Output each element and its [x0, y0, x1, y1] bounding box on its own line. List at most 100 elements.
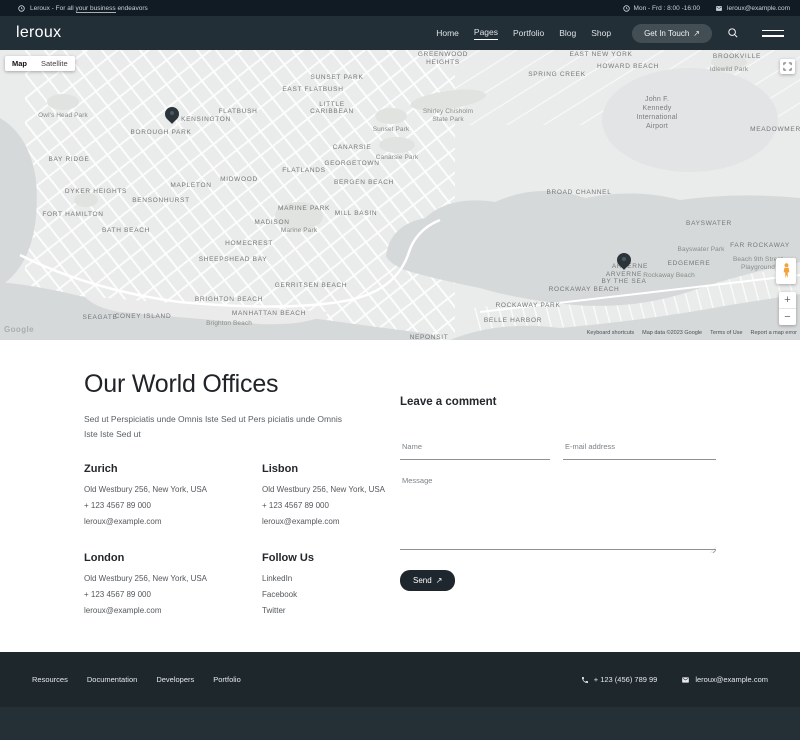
footer-link[interactable]: Developers — [156, 675, 194, 684]
map-label: SHEEPSHEAD BAY — [199, 256, 268, 263]
footer-phone-text: + 123 (456) 789 99 — [594, 675, 658, 684]
map-label: EDGEMERE — [668, 260, 711, 267]
map-label: ROCKAWAY PARK — [496, 302, 561, 309]
map-label: Owl's Head Park — [38, 112, 88, 119]
nav-item[interactable]: Pages — [474, 27, 498, 40]
map-label: MANHATTAN BEACH — [232, 310, 306, 317]
footer-link[interactable]: Documentation — [87, 675, 137, 684]
hours-text: Mon - Frd : 8:00 -16:00 — [634, 5, 700, 12]
search-icon[interactable] — [727, 27, 739, 39]
map-label: BENSONHURST — [132, 197, 190, 204]
map-label: Kennedy — [642, 105, 671, 112]
footer-link[interactable]: Portfolio — [213, 675, 241, 684]
map-label: BOROUGH PARK — [130, 129, 191, 136]
map-label: BATH BEACH — [102, 227, 150, 234]
map-type-satellite-button[interactable]: Satellite — [34, 59, 75, 68]
footer-link[interactable]: Resources — [32, 675, 68, 684]
menu-icon[interactable] — [762, 30, 784, 37]
phone-icon — [581, 676, 589, 684]
google-logo[interactable]: Google — [4, 325, 34, 334]
map-label: Brighton Beach — [206, 320, 252, 327]
map-label: BROOKVILLE — [713, 53, 761, 60]
map-label: MIDWOOD — [220, 176, 258, 183]
footer-email[interactable]: leroux@example.com — [681, 675, 768, 684]
social-link[interactable]: Twitter — [262, 606, 390, 615]
office-phone: + 123 4567 89 000 — [262, 501, 390, 510]
map-type-map-button[interactable]: Map — [5, 59, 34, 68]
tagline-link[interactable]: your business — [76, 5, 116, 13]
fullscreen-button[interactable] — [780, 59, 795, 74]
office-name: Lisbon — [262, 463, 390, 475]
footer-links: Resources Documentation Developers Portfoli… — [32, 675, 241, 684]
footer-email-text: leroux@example.com — [695, 675, 768, 684]
navbar: leroux Home Pages Portfolio Blog Shop Get In… — [0, 16, 800, 50]
map-label: ARVERNE — [606, 271, 642, 278]
office-email: leroux@example.com — [84, 517, 262, 526]
map-section[interactable]: GREENWOODHEIGHTSEAST NEW YORKSPRING CREE… — [0, 50, 800, 340]
map-label: CONEY ISLAND — [115, 313, 172, 320]
map-label: MEADOWMERE — [750, 126, 800, 133]
office-card: Zurich Old Westbury 256, New York, USA +… — [84, 463, 262, 533]
map-label: Canarsie Park — [376, 154, 418, 161]
envelope-icon — [681, 676, 690, 684]
map-label: FAR ROCKAWAY — [730, 242, 790, 249]
pegman-control[interactable] — [776, 258, 796, 284]
office-address: Old Westbury 256, New York, USA — [84, 574, 262, 583]
map-label: EAST FLATBUSH — [282, 86, 343, 93]
section-subtitle: Sed ut Perspiciatis unde Omnis Iste Sed … — [84, 412, 358, 442]
map-label: FORT HAMILTON — [42, 211, 103, 218]
footer-phone[interactable]: + 123 (456) 789 99 — [581, 675, 658, 684]
arrow-ne-icon: ↗ — [436, 576, 443, 585]
map-marker-icon[interactable] — [617, 253, 631, 267]
name-input[interactable] — [400, 442, 550, 460]
footer: Resources Documentation Developers Portfoli… — [0, 652, 800, 707]
office-phone: + 123 4567 89 000 — [84, 590, 262, 599]
map-label: FLATBUSH — [218, 108, 257, 115]
send-button[interactable]: Send↗ — [400, 570, 455, 591]
zoom-in-button[interactable]: + — [779, 292, 796, 309]
map-label: SEAGATE — [82, 314, 117, 321]
nav-item[interactable]: Portfolio — [513, 28, 544, 38]
arrow-ne-icon: ↗ — [693, 29, 700, 38]
footer-bottom-bar — [0, 707, 800, 740]
email-input[interactable] — [563, 442, 716, 460]
map-label: MARINE PARK — [278, 205, 330, 212]
map-label: International — [636, 114, 677, 121]
map-label: John F. — [645, 96, 669, 103]
map-label: Playground — [741, 264, 775, 271]
office-card: London Old Westbury 256, New York, USA +… — [84, 552, 262, 622]
nav-item[interactable]: Home — [436, 28, 459, 38]
page-title: Our World Offices — [84, 370, 390, 399]
map-label: Shirley Chisholm — [423, 108, 473, 115]
social-link[interactable]: LinkedIn — [262, 574, 390, 583]
map-label: BELLE HARBOR — [484, 317, 542, 324]
message-input[interactable] — [400, 474, 716, 550]
nav-item[interactable]: Blog — [559, 28, 576, 38]
map-label: MADISON — [254, 219, 289, 226]
map-label: FLATLANDS — [282, 167, 325, 174]
map-label: HOMECREST — [225, 240, 273, 247]
map-label: ROCKAWAY BEACH — [549, 286, 620, 293]
social-links: LinkedIn Facebook Twitter — [262, 574, 390, 615]
attribution-link[interactable]: Report a map error — [751, 330, 797, 336]
zoom-control: + − — [779, 292, 796, 325]
map-label: State Park — [432, 116, 463, 123]
map-label: SPRING CREEK — [528, 71, 586, 78]
follow-us-block: Follow Us LinkedInFacebookTwitter — [262, 552, 390, 622]
attribution-link[interactable]: Map data ©2023 Google — [642, 330, 702, 336]
zoom-out-button[interactable]: − — [779, 309, 796, 325]
get-in-touch-button[interactable]: Get In Touch↗ — [632, 24, 712, 43]
topbar-email[interactable]: leroux@example.com — [715, 5, 790, 12]
social-link[interactable]: Facebook — [262, 590, 390, 599]
attribution-link[interactable]: Terms of Use — [710, 330, 742, 336]
office-grid: Zurich Old Westbury 256, New York, USA +… — [84, 463, 390, 622]
nav-item[interactable]: Shop — [591, 28, 611, 38]
offices-section: Our World Offices Sed ut Perspiciatis un… — [0, 340, 800, 652]
map-label: Sunset Park — [373, 126, 410, 133]
map-attribution: Keyboard shortcuts Map data ©2023 Google T… — [587, 330, 797, 336]
map-label: GEORGETOWN — [324, 160, 379, 167]
map-marker-icon[interactable] — [165, 107, 179, 121]
attribution-link[interactable]: Keyboard shortcuts — [587, 330, 634, 336]
logo[interactable]: leroux — [16, 24, 61, 42]
form-title: Leave a comment — [400, 396, 716, 408]
